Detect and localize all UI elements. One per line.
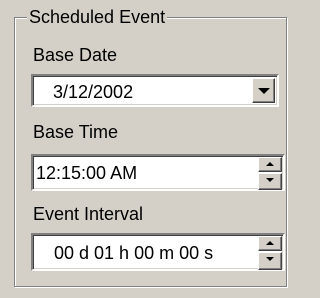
spin-up-icon — [266, 162, 274, 166]
groupbox-title: Scheduled Event — [27, 6, 168, 28]
base-date-label: Base Date — [33, 45, 118, 65]
event-interval-spin-down-button[interactable] — [258, 252, 282, 270]
event-interval-spinner[interactable] — [258, 236, 282, 270]
base-date-dropdown-button[interactable] — [252, 78, 275, 103]
base-time-value: 12:15:00 AM — [36, 163, 138, 183]
chevron-down-icon — [258, 88, 270, 94]
event-interval-field[interactable]: 00 d 01 h 00 m 00 s — [31, 233, 285, 271]
base-time-spin-down-button[interactable] — [258, 173, 282, 190]
base-time-label: Base Time — [33, 122, 119, 142]
spin-down-icon — [266, 178, 274, 182]
base-date-value: 3/12/2002 — [53, 82, 134, 102]
base-time-field[interactable]: 12:15:00 AM — [31, 154, 285, 191]
base-time-spin-up-button[interactable] — [258, 157, 282, 172]
base-date-dropdown[interactable]: 3/12/2002 — [31, 74, 279, 107]
spin-up-icon — [266, 241, 274, 245]
event-interval-label: Event Interval — [33, 204, 144, 224]
base-time-spinner[interactable] — [258, 157, 282, 190]
event-interval-value: 00 d 01 h 00 m 00 s — [54, 243, 214, 263]
spin-down-icon — [266, 257, 274, 261]
event-interval-spin-up-button[interactable] — [258, 236, 282, 251]
